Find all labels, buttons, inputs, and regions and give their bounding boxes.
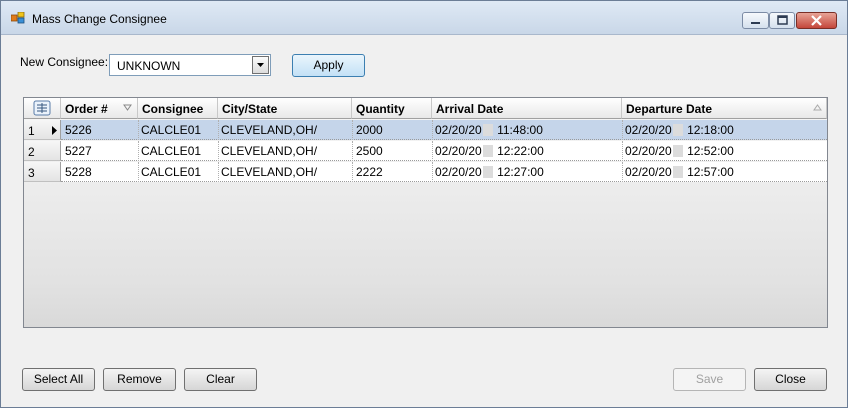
minimize-button[interactable] bbox=[742, 12, 769, 29]
title-bar[interactable]: Mass Change Consignee bbox=[1, 1, 847, 35]
cell-quantity: 2000 bbox=[356, 123, 383, 137]
cell-quantity: 2222 bbox=[356, 165, 383, 179]
column-header-arrival-date[interactable]: Arrival Date bbox=[432, 98, 622, 119]
close-window-button[interactable] bbox=[796, 12, 837, 29]
cell-order: 5227 bbox=[65, 144, 92, 158]
chevron-down-icon bbox=[257, 63, 264, 67]
cell-arrival-date: 02/20/20 12:27:00 bbox=[435, 165, 544, 179]
cell-city-state: CLEVELAND,OH/ bbox=[221, 165, 318, 179]
cell-city-state: CLEVELAND,OH/ bbox=[221, 123, 318, 137]
cell-order: 5228 bbox=[65, 165, 92, 179]
filter-icon bbox=[123, 104, 132, 111]
column-header-quantity[interactable]: Quantity bbox=[352, 98, 432, 119]
cell-arrival-date: 02/20/20 12:22:00 bbox=[435, 144, 544, 158]
save-button[interactable]: Save bbox=[673, 368, 746, 391]
column-chooser-button[interactable] bbox=[24, 98, 61, 119]
new-consignee-select[interactable]: UNKNOWN bbox=[109, 54, 271, 76]
maximize-button[interactable] bbox=[769, 12, 795, 29]
table-row[interactable]: 5226 CALCLE01 CLEVELAND,OH/ 2000 02/20/2… bbox=[61, 120, 827, 140]
dropdown-button[interactable] bbox=[252, 56, 269, 74]
cell-consignee: CALCLE01 bbox=[141, 165, 202, 179]
remove-button[interactable]: Remove bbox=[103, 368, 176, 391]
cell-departure-date: 02/20/20 12:57:00 bbox=[625, 165, 734, 179]
clear-button[interactable]: Clear bbox=[184, 368, 257, 391]
table-row[interactable]: 5227 CALCLE01 CLEVELAND,OH/ 2500 02/20/2… bbox=[61, 141, 827, 161]
new-consignee-label: New Consignee: bbox=[20, 55, 109, 69]
mass-change-consignee-window: Mass Change Consignee New Consignee: UNK… bbox=[0, 0, 848, 408]
current-row-indicator-icon bbox=[52, 126, 57, 135]
window-title: Mass Change Consignee bbox=[32, 12, 167, 26]
apply-button[interactable]: Apply bbox=[292, 54, 365, 77]
sort-ascending-icon bbox=[813, 104, 822, 111]
cell-quantity: 2500 bbox=[356, 144, 383, 158]
column-chooser-icon bbox=[33, 100, 51, 116]
cell-city-state: CLEVELAND,OH/ bbox=[221, 144, 318, 158]
row-header[interactable]: 2 bbox=[24, 141, 61, 161]
cell-departure-date: 02/20/20 12:18:00 bbox=[625, 123, 734, 137]
column-header-departure-date[interactable]: Departure Date bbox=[622, 98, 827, 119]
cell-order: 5226 bbox=[65, 123, 92, 137]
cell-departure-date: 02/20/20 12:52:00 bbox=[625, 144, 734, 158]
close-icon bbox=[811, 15, 822, 26]
app-icon bbox=[11, 12, 25, 24]
cell-arrival-date: 02/20/20 11:48:00 bbox=[435, 123, 543, 137]
column-header-consignee[interactable]: Consignee bbox=[138, 98, 218, 119]
table-row[interactable]: 5228 CALCLE01 CLEVELAND,OH/ 2222 02/20/2… bbox=[61, 162, 827, 182]
minimize-icon bbox=[751, 22, 760, 24]
maximize-icon bbox=[777, 15, 788, 25]
cell-consignee: CALCLE01 bbox=[141, 144, 202, 158]
select-all-button[interactable]: Select All bbox=[22, 368, 95, 391]
row-header[interactable]: 1 bbox=[24, 120, 61, 140]
column-header-city-state[interactable]: City/State bbox=[218, 98, 352, 119]
new-consignee-value: UNKNOWN bbox=[117, 59, 181, 73]
cell-consignee: CALCLE01 bbox=[141, 123, 202, 137]
close-button[interactable]: Close bbox=[754, 368, 827, 391]
row-header[interactable]: 3 bbox=[24, 162, 61, 182]
column-header-order[interactable]: Order # bbox=[61, 98, 138, 119]
orders-grid[interactable]: Order # Consignee City/State Quantity Ar… bbox=[23, 97, 828, 328]
